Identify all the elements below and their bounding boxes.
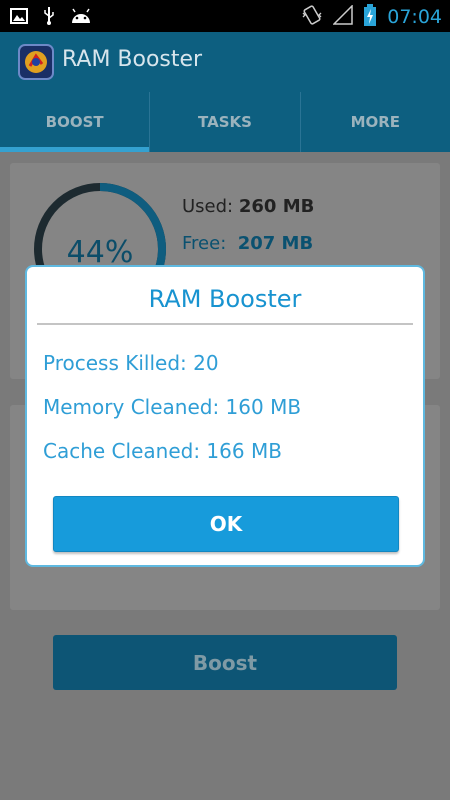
process-killed-text: Process Killed: 20 (43, 351, 219, 375)
boost-button[interactable]: Boost (53, 635, 397, 690)
ram-booster-app-icon (18, 44, 54, 80)
memory-cleaned-text: Memory Cleaned: 160 MB (43, 395, 302, 419)
ok-button[interactable]: OK (53, 496, 399, 552)
usb-icon (42, 6, 56, 30)
battery-charging-icon (363, 4, 377, 30)
cache-cleaned-text: Cache Cleaned: 166 MB (43, 439, 282, 463)
dialog-title: RAM Booster (148, 285, 302, 313)
tab-more[interactable]: MORE (301, 92, 450, 152)
signal-icon (332, 4, 353, 29)
action-bar: RAM Booster (0, 32, 450, 92)
clock: 07:04 (387, 6, 442, 28)
image-icon (10, 8, 28, 28)
result-dialog: RAM Booster Process Killed: 20 Memory Cl… (25, 265, 425, 567)
used-label: Used: (182, 196, 234, 217)
free-value: 207 MB (237, 233, 314, 254)
used-value: 260 MB (238, 196, 315, 217)
free-memory: Free: 207 MB (182, 233, 313, 254)
tab-tasks[interactable]: TASKS (150, 92, 301, 152)
free-label: Free: (182, 233, 227, 254)
dialog-divider (37, 323, 413, 325)
android-icon (70, 7, 92, 29)
status-bar: 07:04 (0, 0, 450, 32)
vibrate-icon (301, 4, 323, 30)
app-title: RAM Booster (62, 47, 203, 72)
tab-boost[interactable]: BOOST (0, 92, 151, 152)
used-memory: Used: 260 MB (182, 196, 314, 217)
tab-bar: BOOST TASKS MORE (0, 92, 450, 152)
